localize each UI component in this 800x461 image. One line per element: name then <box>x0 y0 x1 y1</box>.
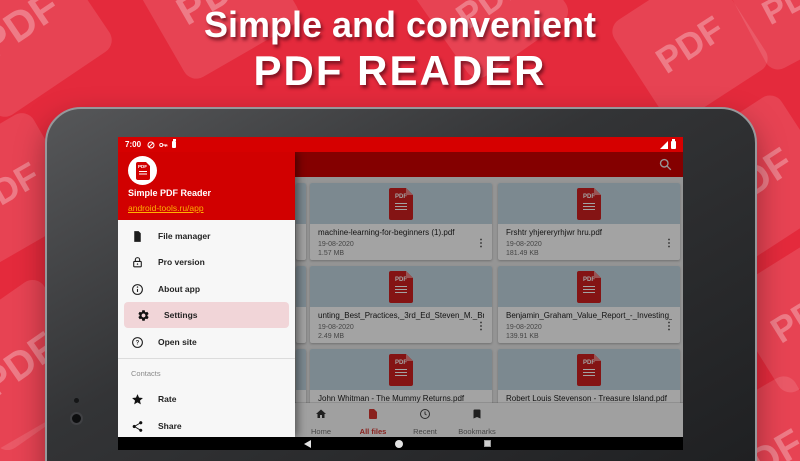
vpn-key-icon <box>159 137 168 154</box>
tablet-device: PDF machine-learning-for-beginners (1).p… <box>45 107 757 461</box>
tablet-screen: PDF machine-learning-for-beginners (1).p… <box>118 137 683 450</box>
gear-icon <box>137 309 150 322</box>
info-icon <box>131 283 144 296</box>
status-time: 7:00 <box>125 140 141 149</box>
system-nav-bar <box>118 437 683 450</box>
navigation-drawer: PDF Simple PDF Reader android-tools.ru/a… <box>118 152 295 437</box>
drawer-item-about-app[interactable]: About app <box>118 276 295 302</box>
banner-subtitle: Simple and convenient <box>0 4 800 46</box>
drawer-item-open-site[interactable]: ? Open site <box>118 329 295 355</box>
promo-banner: Simple and convenient PDF READER <box>0 4 800 95</box>
drawer-item-pro-version[interactable]: Pro version <box>118 249 295 275</box>
camera-dot <box>74 398 79 403</box>
app-logo: PDF <box>128 156 157 185</box>
pdf-logo-icon: PDF <box>136 162 150 180</box>
star-icon <box>131 393 144 406</box>
home-button[interactable] <box>395 440 403 448</box>
developer-site-link[interactable]: android-tools.ru/app <box>128 203 204 213</box>
share-icon <box>131 420 144 433</box>
back-button[interactable] <box>304 440 311 448</box>
drawer-section-contacts: Contacts <box>131 369 161 378</box>
app-name: Simple PDF Reader <box>128 188 211 198</box>
drawer-item-rate[interactable]: Rate <box>118 386 295 412</box>
drawer-item-share[interactable]: Share <box>118 413 295 439</box>
help-icon: ? <box>131 336 144 349</box>
sim-status-icon <box>172 141 176 148</box>
drawer-scrim[interactable] <box>295 152 683 437</box>
banner-title: PDF READER <box>0 47 800 95</box>
drawer-divider <box>118 358 295 359</box>
svg-text:?: ? <box>136 340 140 346</box>
signal-icon <box>660 141 668 149</box>
status-bar: 7:00 <box>118 137 683 152</box>
data-saver-icon <box>147 137 155 154</box>
drawer-item-settings[interactable]: Settings <box>124 302 289 328</box>
battery-icon <box>671 141 676 149</box>
front-camera <box>70 412 83 425</box>
lock-icon <box>131 256 144 269</box>
file-icon <box>131 230 144 243</box>
drawer-header: PDF Simple PDF Reader android-tools.ru/a… <box>118 152 295 220</box>
recents-button[interactable] <box>484 440 491 447</box>
drawer-item-file-manager[interactable]: File manager <box>118 223 295 249</box>
